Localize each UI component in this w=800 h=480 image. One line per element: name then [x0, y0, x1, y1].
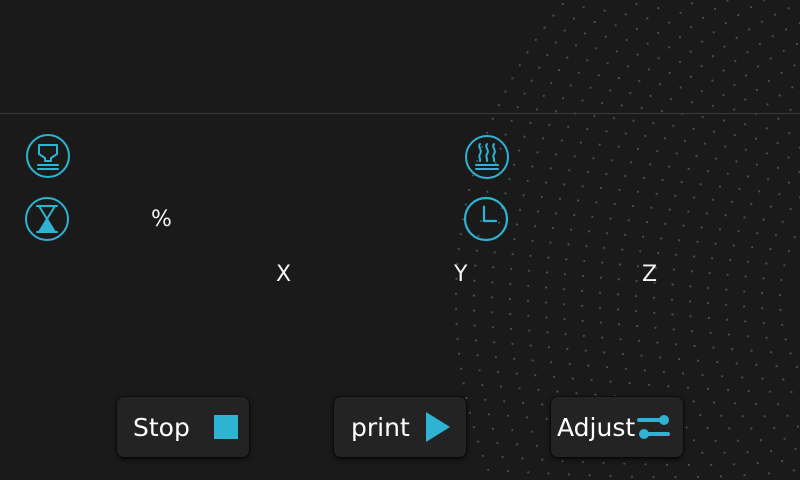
hourglass-icon: [24, 196, 70, 242]
clock-icon: [463, 196, 509, 242]
y-axis-label: Y: [454, 262, 468, 287]
print-button[interactable]: print: [334, 397, 466, 457]
stop-square-icon: [213, 415, 238, 439]
progress-percent-symbol: %: [151, 207, 172, 232]
header-divider: [0, 113, 800, 114]
z-axis-label: Z: [642, 262, 658, 287]
play-triangle-icon: [425, 412, 450, 442]
stop-button[interactable]: Stop: [117, 397, 249, 457]
x-axis-label: X: [276, 262, 292, 287]
nozzle-temperature-icon: [25, 133, 71, 179]
header-area: [0, 0, 800, 113]
stop-button-label: Stop: [133, 412, 190, 442]
bed-heat-icon: [464, 134, 510, 180]
adjust-button-label: Adjust: [557, 412, 636, 442]
sliders-icon: [637, 415, 671, 439]
print-button-label: print: [351, 412, 410, 442]
adjust-button[interactable]: Adjust: [551, 397, 683, 457]
